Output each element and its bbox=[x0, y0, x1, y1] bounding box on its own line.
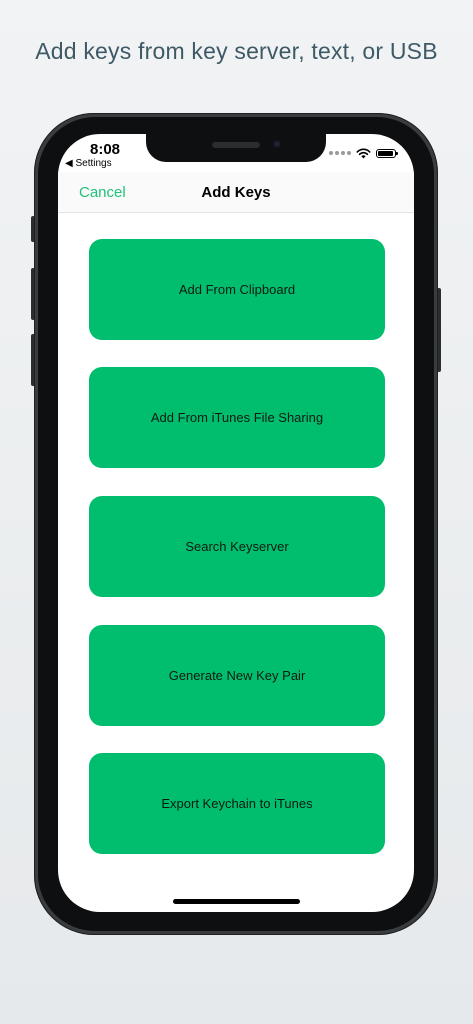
page-title: Add Keys bbox=[201, 184, 271, 201]
back-to-settings-label: Settings bbox=[75, 158, 112, 169]
add-from-clipboard-button[interactable]: Add From Clipboard bbox=[89, 239, 385, 340]
back-triangle-icon: ◀ bbox=[65, 158, 73, 169]
wifi-icon bbox=[356, 148, 371, 158]
generate-new-key-pair-button[interactable]: Generate New Key Pair bbox=[89, 625, 385, 726]
add-from-itunes-file-sharing-button[interactable]: Add From iTunes File Sharing bbox=[89, 367, 385, 468]
home-indicator[interactable] bbox=[173, 899, 300, 904]
export-keychain-to-itunes-button[interactable]: Export Keychain to iTunes bbox=[89, 753, 385, 854]
promo-headline: Add keys from key server, text, or USB bbox=[35, 38, 438, 64]
search-keyserver-button[interactable]: Search Keyserver bbox=[89, 496, 385, 597]
battery-icon bbox=[376, 148, 398, 158]
signal-dots-icon bbox=[329, 151, 351, 155]
status-time: 8:08 bbox=[90, 141, 121, 158]
status-indicators bbox=[329, 146, 398, 160]
phone-screen: 8:08 ◀ Settings Cancel Add Keys Add From… bbox=[58, 134, 414, 912]
back-to-settings-link[interactable]: ◀ Settings bbox=[65, 158, 112, 169]
speaker-grille bbox=[212, 142, 260, 148]
phone-notch bbox=[146, 134, 326, 162]
front-camera bbox=[272, 139, 282, 149]
navigation-bar: Cancel Add Keys bbox=[58, 172, 414, 213]
